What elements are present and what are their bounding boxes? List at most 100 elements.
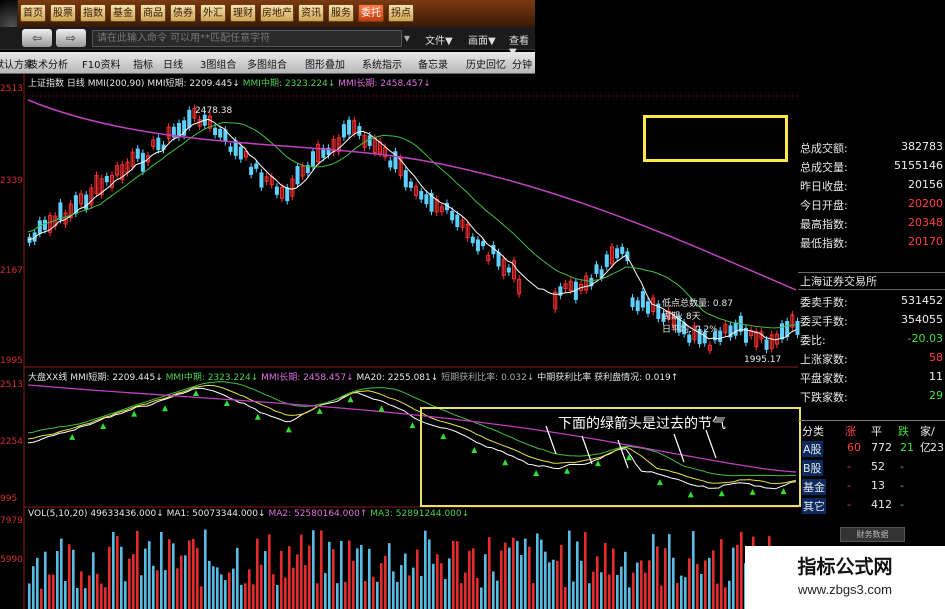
quote-label: 委卖手数: <box>800 296 848 309</box>
volume-bar <box>88 575 91 609</box>
sub-mid: MMI中期: 2323.224↓ <box>165 373 259 383</box>
volume-bar <box>324 573 327 609</box>
volume-bar <box>204 529 207 609</box>
volume-bar <box>676 582 679 609</box>
y-axis-label: 2513 <box>0 380 23 390</box>
volume-bar <box>412 567 415 609</box>
volume-bar <box>172 543 175 609</box>
volume-bar <box>524 538 527 609</box>
volume-bar <box>388 543 391 609</box>
volume-bar <box>232 568 235 609</box>
cycle-annotation: 低点总数量: 0.87 <box>662 299 733 309</box>
volume-bar <box>136 530 139 609</box>
volume-bar <box>548 562 551 609</box>
quote-label: 上涨家数: <box>800 353 848 366</box>
candle-body <box>470 236 475 244</box>
volume-bar <box>276 585 279 609</box>
volume-bar <box>184 555 187 609</box>
volume-bar <box>460 583 463 609</box>
volume-bar <box>340 541 343 609</box>
volume-bar <box>572 581 575 609</box>
volume-bar <box>152 565 155 609</box>
candle-body <box>295 166 300 185</box>
volume-bar <box>692 531 695 609</box>
volume-bar <box>684 577 687 609</box>
volume-bar <box>40 588 43 609</box>
volume-bar <box>168 539 171 609</box>
volume-bar <box>568 530 571 609</box>
vol-ma2: MA2: 52580164.000↑ <box>268 509 368 519</box>
volume-bar <box>244 583 247 609</box>
quote-label: 昨日收盘: <box>800 180 848 193</box>
sub-short: MMI短期: 2209.445↓ <box>70 373 163 383</box>
candle-body <box>780 323 785 340</box>
volume-bar <box>148 541 151 609</box>
y-axis-label: 2254 <box>0 437 23 447</box>
financial-data-button[interactable]: 财务数据 <box>840 527 905 542</box>
volume-bar <box>196 547 199 609</box>
candle-body <box>238 146 243 160</box>
stats-cell: 772 <box>871 441 892 454</box>
volume-bar <box>60 538 63 609</box>
volume-bar <box>436 554 439 609</box>
candle-body <box>274 186 279 195</box>
volume-bar <box>348 540 351 609</box>
volume-bar <box>360 545 363 609</box>
green-arrow-icon <box>69 433 76 440</box>
volume-bar <box>248 569 251 609</box>
volume-bar <box>620 566 623 609</box>
candle-body <box>218 128 223 138</box>
volume-bar <box>212 566 215 609</box>
watermark-title: 指标公式网 <box>797 556 893 578</box>
volume-bar <box>428 539 431 609</box>
quote-value: 20200 <box>908 197 943 210</box>
y-axis-label: 995 <box>0 494 18 504</box>
volume-bar <box>536 533 539 609</box>
volume-bar <box>492 571 495 609</box>
volume-bar <box>240 584 243 609</box>
candle-body <box>419 191 424 200</box>
volume-bar <box>80 571 83 609</box>
volume-bar <box>700 574 703 609</box>
volume-bar <box>396 581 399 609</box>
volume-bar <box>424 530 427 609</box>
y-axis-label: 1995 <box>0 356 23 366</box>
mmi-params: MMI(200,90) <box>87 79 145 89</box>
quote-row: 下跌家数: 29 <box>798 387 945 406</box>
quote-row: 昨日收盘: 20156 <box>798 176 945 195</box>
volume-bar <box>48 574 51 609</box>
volume-bar <box>440 563 443 609</box>
candle-body <box>228 146 233 152</box>
volume-bar <box>552 559 555 609</box>
volume-bar <box>100 583 103 609</box>
volume-bar <box>112 532 115 609</box>
volume-bar <box>332 549 335 609</box>
volume-bar <box>280 550 283 609</box>
volume-bar <box>476 577 479 609</box>
stats-cell: - <box>847 498 851 511</box>
mmi-short: MMI短期: 2209.445↓ <box>147 79 240 89</box>
high-point-label: 2478.38 <box>195 106 233 116</box>
stats-cell: 其它 <box>802 498 826 514</box>
volume-bar <box>392 571 395 609</box>
volume-bar <box>372 576 375 609</box>
candle-body <box>646 301 651 314</box>
candle-body <box>104 176 109 183</box>
candle-body <box>424 194 429 205</box>
volume-bar <box>680 575 683 609</box>
y-axis-label: 5990 <box>0 555 23 565</box>
quote-value: 11 <box>929 370 943 383</box>
quote-value: 5155146 <box>894 159 943 172</box>
volume-bar <box>272 574 275 609</box>
volume-bar <box>108 546 111 609</box>
sub-ratio2: 中期获利比率 获利盘情况: 0.019↑ <box>537 373 679 383</box>
volume-bar <box>664 548 667 609</box>
stats-cell: - <box>900 498 904 511</box>
volume-bar <box>708 557 711 609</box>
volume-bar <box>704 560 707 609</box>
stats-cell: 23 <box>930 441 944 454</box>
volume-bar <box>480 587 483 609</box>
volume-bar <box>432 563 435 609</box>
volume-bar <box>540 539 543 609</box>
quote-label: 最低指数: <box>800 237 848 250</box>
